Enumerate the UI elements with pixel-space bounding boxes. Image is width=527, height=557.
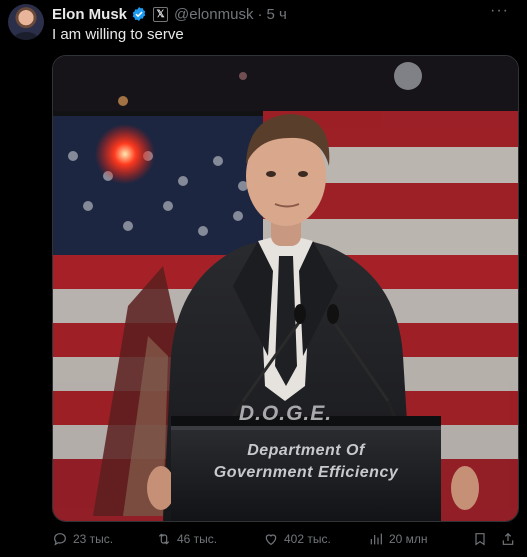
podium-sign: D.O.G.E.	[238, 402, 333, 425]
reply-count: 23 тыс.	[73, 532, 114, 546]
podium-line-2: Government Efficiency	[213, 464, 399, 481]
podium-line-1: Department Of	[247, 442, 365, 459]
repost-button[interactable]: 46 тыс.	[156, 531, 217, 547]
views-count: 20 млн	[389, 532, 428, 546]
repost-count: 46 тыс.	[177, 532, 218, 546]
verified-badge-icon[interactable]	[131, 6, 147, 22]
author-name[interactable]: Elon Musk	[52, 6, 127, 23]
share-icon	[502, 532, 514, 545]
like-count: 402 тыс.	[284, 532, 331, 546]
x-affiliate-icon[interactable]: 𝕏	[153, 6, 169, 22]
repost-icon	[158, 533, 170, 545]
views-icon	[370, 533, 382, 545]
tweet-text: I am willing to serve	[52, 26, 184, 43]
action-bar: 23 тыс. 46 тыс. 402 тыс. 20 млн	[52, 531, 517, 551]
timestamp[interactable]: 5 ч	[266, 6, 286, 23]
avatar[interactable]	[8, 4, 44, 40]
author-handle[interactable]: @elonmusk	[174, 6, 253, 23]
reply-icon	[54, 533, 66, 546]
like-icon	[265, 534, 277, 546]
bookmark-icon	[475, 533, 485, 546]
tweet: Elon Musk 𝕏 @elonmusk · 5 ч ··· I am wil…	[0, 0, 527, 557]
red-light	[95, 124, 155, 184]
views-button[interactable]: 20 млн	[368, 531, 428, 547]
separator: ·	[257, 5, 263, 23]
more-icon[interactable]: ···	[490, 2, 509, 20]
reply-button[interactable]: 23 тыс.	[52, 531, 113, 547]
tweet-image[interactable]: D.O.G.E. Department Of Government Effici…	[52, 55, 519, 522]
share-button[interactable]	[500, 531, 516, 547]
like-button[interactable]: 402 тыс.	[263, 531, 331, 547]
tweet-header: Elon Musk 𝕏 @elonmusk · 5 ч	[52, 5, 287, 23]
bookmark-button[interactable]	[472, 531, 488, 547]
